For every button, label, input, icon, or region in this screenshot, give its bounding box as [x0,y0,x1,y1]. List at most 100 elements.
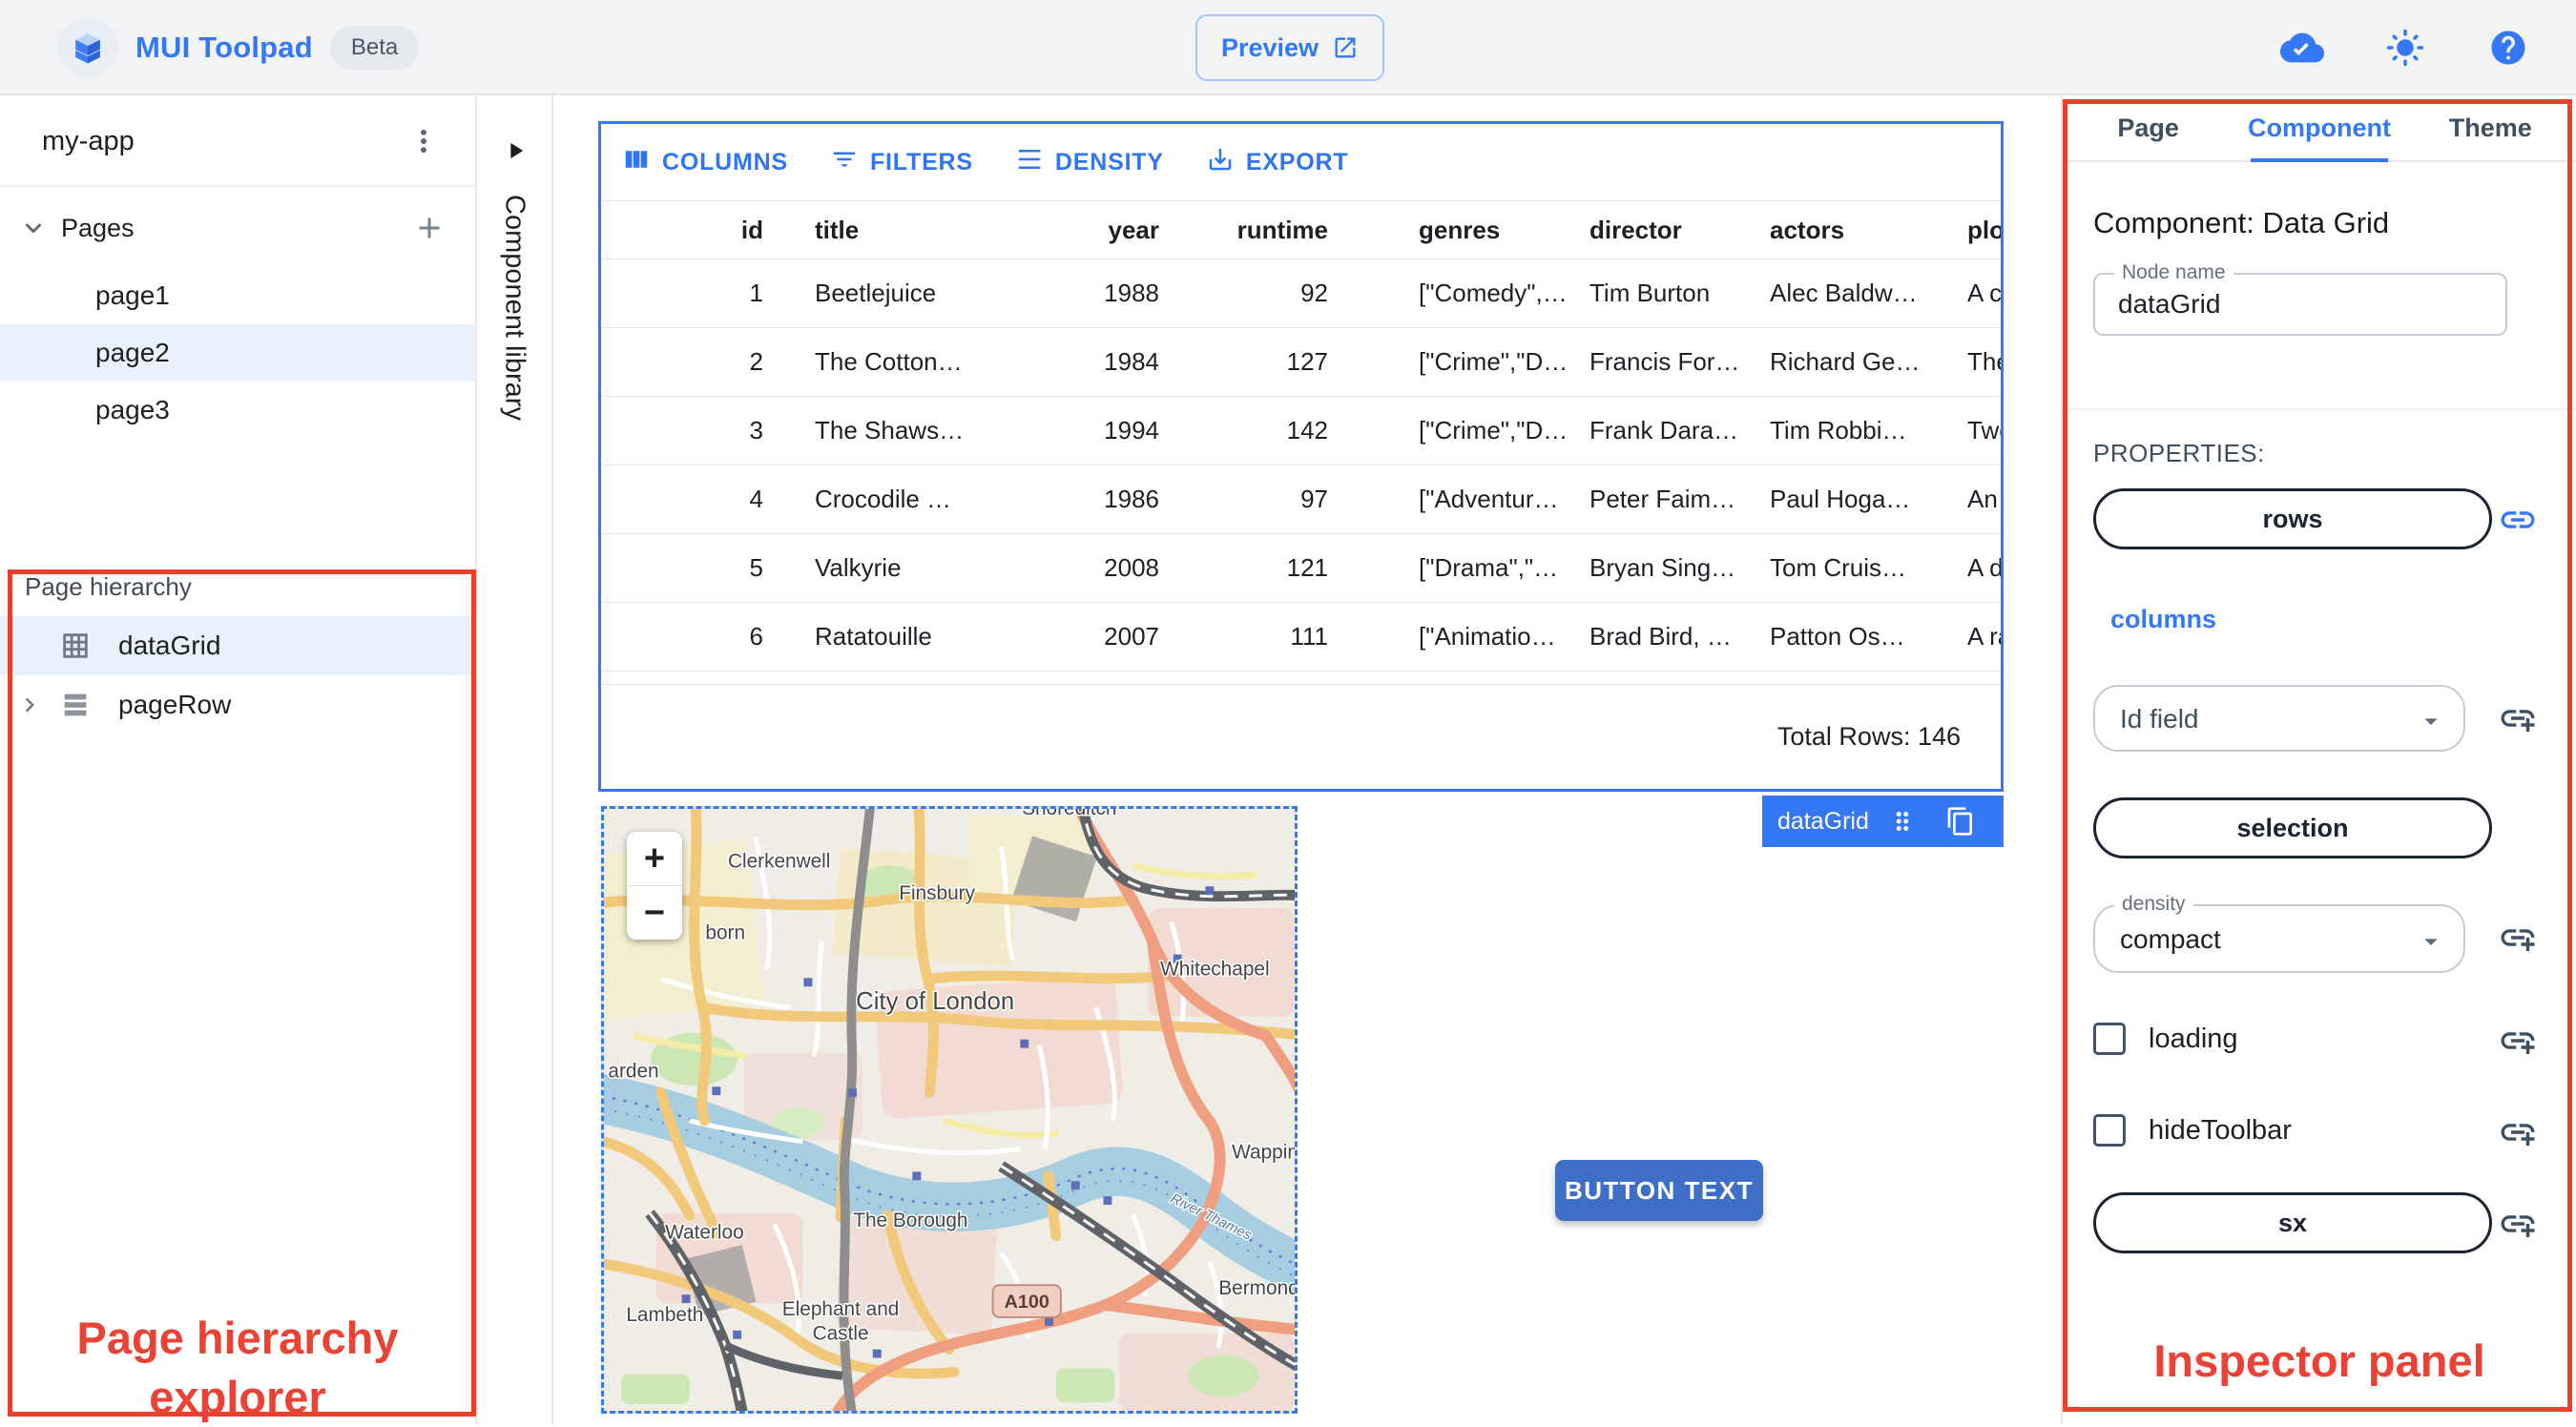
table-cell: 142 [1286,416,1328,445]
selection-property-button[interactable]: selection [2093,797,2492,858]
table-cell: 1994 [1104,416,1159,445]
rows-icon [59,689,92,721]
header-actions [2280,0,2530,95]
column-header-director[interactable]: director [1589,216,1770,245]
node-name-field[interactable]: Node name dataGrid [2093,261,2507,336]
inspector-annotation-text: Inspector panel [2153,1335,2485,1386]
toolbar-filters-button[interactable]: FILTERS [830,145,973,180]
map-zoom-out-button[interactable]: − [627,886,682,940]
id-field-select[interactable]: Id field [2093,685,2465,752]
toolbar-export-button[interactable]: EXPORT [1206,145,1349,180]
table-cell: ["Adventur… [1419,485,1559,513]
datagrid-component[interactable]: COLUMNS FILTERS DENSITY EXPORT id title year r… [598,121,2004,792]
road-badge: A100 [991,1284,1062,1318]
table-row[interactable]: 2 The Cotton… 1984 127 ["Crime","D… Francis F… [601,328,2001,397]
table-cell: Tom Cruis… [1770,553,1907,582]
table-cell: Paul Hoga… [1770,485,1911,513]
table-cell: Beetlejuice [815,279,937,307]
column-header-actors[interactable]: actors [1770,216,1967,245]
app-name: my-app [42,126,135,156]
help-icon[interactable] [2486,26,2530,70]
table-cell: ["Crime","D… [1419,416,1568,445]
density-select[interactable]: density compact [2093,893,2465,973]
total-rows-label: Total Rows: 146 [1776,722,1961,751]
table-row[interactable]: 5 Valkyrie 2008 121 ["Drama","… Bryan Sing… To… [601,534,2001,603]
table-cell: 4 [749,485,763,513]
loading-add-binding-icon[interactable] [2498,1021,2540,1063]
tab-theme[interactable]: Theme [2405,95,2576,160]
toolbar-button-label: EXPORT [1245,148,1349,176]
rows-property-button[interactable]: rows [2093,488,2492,549]
columns-icon [622,145,651,180]
canvas-button-component[interactable]: BUTTON TEXT [1555,1160,1763,1221]
toolbar-density-button[interactable]: DENSITY [1015,145,1164,180]
sidebar-item-page2[interactable]: page2 [0,324,475,382]
table-cell: 1986 [1104,485,1159,513]
column-header-plot[interactable]: plot [1967,216,2001,245]
tab-component[interactable]: Component [2233,95,2404,162]
filter-icon [830,145,859,180]
theme-light-mode-icon[interactable] [2383,26,2427,70]
table-row[interactable]: 4 Crocodile … 1986 97 ["Adventur… Peter Faim…… [601,465,2001,534]
chevron-right-icon[interactable] [15,688,59,722]
map-label: City of London [856,988,1014,1015]
map-component[interactable]: A100 Shoreditch Clerkenwell Finsbury born Wh… [601,806,1298,1414]
sx-property-button[interactable]: sx [2093,1192,2492,1253]
tab-page[interactable]: Page [2063,95,2233,160]
column-header-runtime[interactable]: runtime [1159,216,1328,245]
drag-handle-icon[interactable] [1888,806,1917,837]
duplicate-icon[interactable] [1945,806,1976,837]
hide-toolbar-label: hideToolbar [2149,1114,2292,1146]
id-field-add-binding-icon[interactable] [2498,698,2540,740]
table-row[interactable]: 3 The Shaws… 1994 142 ["Crime","D… Frank Dara… [601,397,2001,465]
loading-checkbox[interactable] [2093,1023,2126,1055]
page-canvas[interactable]: COLUMNS FILTERS DENSITY EXPORT id title year r… [553,95,2061,1425]
table-cell: 111 [1290,622,1328,651]
hide-toolbar-add-binding-icon[interactable] [2498,1112,2540,1154]
table-row[interactable]: 6 Ratatouille 2007 111 ["Animatio… Brad Bird,… [601,603,2001,672]
selection-tag[interactable]: dataGrid [1762,796,2025,847]
sidebar-item-page1[interactable]: page1 [0,267,475,324]
table-cell: 6 [749,622,763,651]
hierarchy-annotation-text: Page hierarchy explorer [76,1313,399,1423]
page-hierarchy-list: dataGrid pageRow [0,616,475,734]
app-row: my-app [0,95,475,187]
column-header-id[interactable]: id [601,216,773,245]
expand-right-icon[interactable] [502,137,529,164]
table-row[interactable]: 1 Beetlejuice 1988 92 ["Comedy",… Tim Burton A… [601,259,2001,328]
add-page-icon[interactable] [412,211,447,245]
map-zoom-in-button[interactable]: + [627,832,682,885]
table-cell: Ratatouille [815,622,932,651]
sidebar-item-page3[interactable]: page3 [0,382,475,439]
london-basemap: A100 Shoreditch Clerkenwell Finsbury born Wh… [604,809,1295,1411]
map-zoom-control: + − [627,832,682,940]
left-sidebar: my-app Pages page1 page2 page3 Page hierar… [0,95,477,1425]
pages-section-header[interactable]: Pages [0,198,475,258]
map-label: Elephant and [782,1298,900,1320]
column-header-year[interactable]: year [1102,216,1160,245]
hierarchy-item-pageRow[interactable]: pageRow [0,675,475,734]
dropdown-caret-icon [2416,926,2446,957]
column-header-genres[interactable]: genres [1328,216,1589,245]
columns-property-link[interactable]: columns [2110,605,2216,634]
toolbar-button-label: FILTERS [869,148,973,176]
chevron-down-icon[interactable] [17,212,50,244]
hierarchy-item-dataGrid[interactable]: dataGrid [0,616,475,675]
density-add-binding-icon[interactable] [2498,918,2540,960]
sx-add-binding-icon[interactable] [2498,1204,2540,1246]
delete-icon[interactable] [2001,806,2031,837]
cloud-sync-icon[interactable] [2280,26,2324,70]
app-title: MUI Toolpad [135,31,313,64]
column-header-title[interactable]: title [773,216,1102,245]
component-library-rail[interactable]: Component library [477,95,553,1425]
hide-toolbar-checkbox-row[interactable]: hideToolbar [2093,1114,2292,1147]
loading-checkbox-row[interactable]: loading [2093,1023,2238,1055]
rows-binding-link-icon[interactable] [2498,500,2540,542]
map-label: Waterloo [665,1222,743,1244]
table-cell: 3 [749,416,763,445]
toolbar-columns-button[interactable]: COLUMNS [622,145,788,180]
hide-toolbar-checkbox[interactable] [2093,1114,2126,1147]
app-menu-kebab-icon[interactable] [405,122,443,160]
preview-button[interactable]: Preview [1195,14,1384,81]
